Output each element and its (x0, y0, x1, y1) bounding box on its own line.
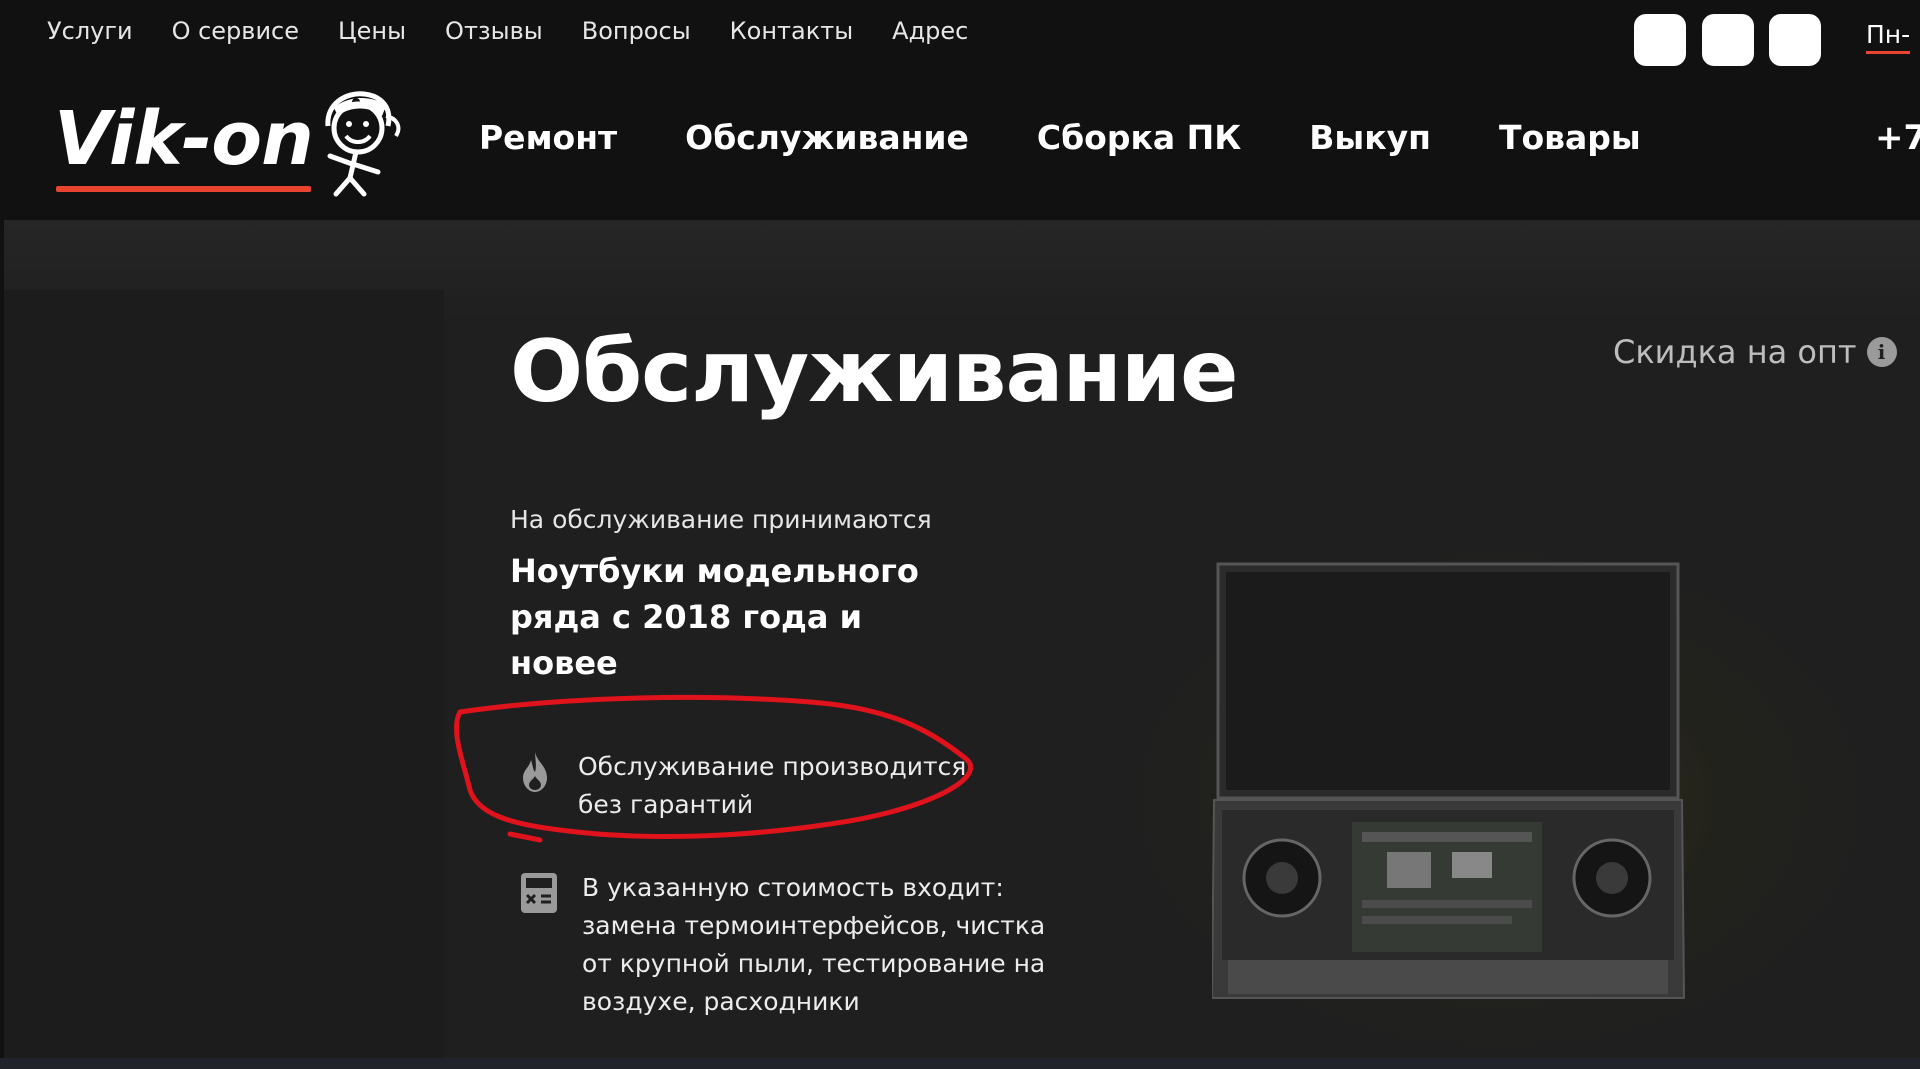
annotation-circle (454, 694, 974, 843)
top-nav-services[interactable]: Услуги (47, 17, 133, 45)
calculator-icon (521, 873, 557, 913)
social-button-3[interactable] (1769, 14, 1821, 66)
laptop-image (1212, 562, 1686, 999)
social-button-1[interactable] (1634, 14, 1686, 66)
top-nav-address[interactable]: Адрес (892, 17, 968, 45)
top-nav: Услуги О сервисе Цены Отзывы Вопросы Кон… (47, 17, 1007, 45)
top-nav-faq[interactable]: Вопросы (582, 17, 691, 45)
accepted-models: Ноутбуки модельного ряда с 2018 года и н… (510, 552, 919, 682)
main-nav-buyback[interactable]: Выкуп (1309, 118, 1431, 157)
bulk-discount[interactable]: Скидка на опт i (1613, 333, 1897, 371)
main-nav-repair[interactable]: Ремонт (479, 118, 617, 157)
feature-included-text: В указанную стоимость входит: замена тер… (582, 873, 1046, 1016)
main-nav-products[interactable]: Товары (1499, 118, 1641, 157)
top-nav-about[interactable]: О сервисе (172, 17, 299, 45)
phone-number[interactable]: +7 (1875, 118, 1920, 158)
main-nav-pc-build[interactable]: Сборка ПК (1037, 118, 1241, 157)
working-hours: Пн- (1866, 20, 1911, 54)
top-nav-prices[interactable]: Цены (338, 17, 406, 45)
top-nav-reviews[interactable]: Отзывы (445, 17, 543, 45)
bulk-discount-label: Скидка на опт (1613, 333, 1857, 371)
site-header: Услуги О сервисе Цены Отзывы Вопросы Кон… (0, 0, 1920, 220)
mascot-icon (325, 91, 401, 197)
top-nav-contacts[interactable]: Контакты (730, 17, 854, 45)
site-logo[interactable]: Vik-on (54, 86, 408, 198)
info-icon[interactable]: i (1866, 337, 1897, 367)
social-button-2[interactable] (1702, 14, 1754, 66)
accepted-subtitle: На обслуживание принимаются (510, 505, 932, 534)
feature-included: В указанную стоимость входит: замена тер… (515, 869, 1082, 1021)
logo-text: Vik-on (54, 96, 314, 182)
page-title: Обслуживание (510, 322, 1238, 422)
main-nav: Ремонт Обслуживание Сборка ПК Выкуп Това… (479, 118, 1709, 157)
main-nav-maintenance[interactable]: Обслуживание (685, 118, 969, 157)
logo-underline (56, 186, 311, 192)
left-panel (4, 290, 444, 1058)
